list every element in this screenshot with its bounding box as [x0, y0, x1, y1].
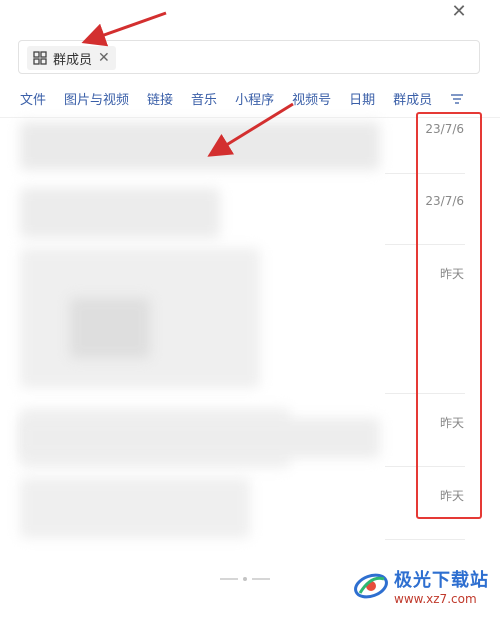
window-close-button[interactable]: ✕ — [447, 0, 471, 24]
watermark: 极光下载站 www.xz7.com — [352, 566, 489, 606]
message-date: 23/7/6 — [425, 194, 464, 208]
filter-chip: 群成员 ✕ — [27, 46, 116, 70]
tab-files[interactable]: 文件 — [20, 89, 46, 108]
search-input[interactable]: 群成员 ✕ — [18, 40, 480, 74]
message-date: 昨天 — [439, 416, 464, 430]
list-item[interactable]: 昨天 — [0, 467, 500, 539]
filter-icon[interactable] — [450, 93, 464, 105]
list-item[interactable]: 昨天 — [0, 394, 500, 466]
results-list: 23/7/6 23/7/6 昨天 昨天 昨天 — [0, 118, 500, 548]
category-tabs: 文件 图片与视频 链接 音乐 小程序 视频号 日期 群成员 — [20, 89, 464, 108]
list-item[interactable]: 23/7/6 — [0, 118, 500, 173]
tab-channels[interactable]: 视频号 — [292, 89, 331, 108]
watermark-title: 极光下载站 — [394, 570, 489, 591]
chip-label: 群成员 — [53, 52, 93, 68]
chip-close-icon[interactable]: ✕ — [98, 50, 110, 66]
tab-links[interactable]: 链接 — [147, 89, 173, 108]
message-date: 23/7/6 — [425, 122, 464, 136]
scroll-indicator — [220, 577, 270, 581]
tab-date[interactable]: 日期 — [349, 89, 375, 108]
tab-images-videos[interactable]: 图片与视频 — [64, 89, 129, 108]
watermark-url: www.xz7.com — [394, 592, 477, 606]
list-item[interactable]: 23/7/6 — [0, 174, 500, 244]
tab-music[interactable]: 音乐 — [191, 89, 217, 108]
logo-icon — [354, 573, 388, 599]
tab-mini-programs[interactable]: 小程序 — [235, 89, 274, 108]
message-date: 昨天 — [439, 489, 464, 503]
grid-icon — [33, 51, 47, 65]
message-date: 昨天 — [439, 267, 464, 281]
tab-group-members[interactable]: 群成员 — [393, 89, 432, 108]
list-item[interactable]: 昨天 — [0, 245, 500, 393]
row-divider — [385, 539, 465, 540]
